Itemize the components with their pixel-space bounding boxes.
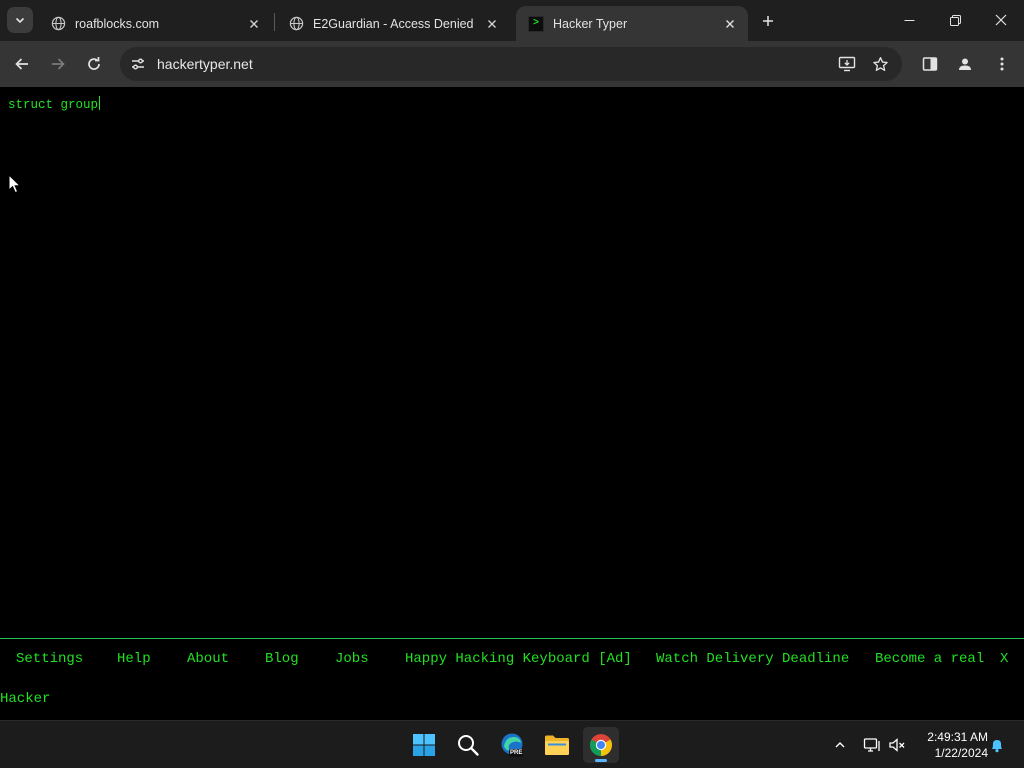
menu-button[interactable] bbox=[988, 50, 1016, 78]
new-tab-button[interactable] bbox=[756, 9, 780, 33]
forward-button[interactable] bbox=[44, 50, 72, 78]
edge-pre-badge: PRE bbox=[509, 749, 524, 757]
bookmark-star-icon[interactable] bbox=[868, 52, 892, 76]
tab-search-button[interactable] bbox=[7, 7, 33, 33]
windows-taskbar: PRE 2:49:31 AM 1/22/2024 bbox=[0, 720, 1024, 768]
menu-become-a-real-hacker[interactable]: Become a real bbox=[875, 651, 984, 667]
network-status[interactable] bbox=[860, 733, 884, 757]
show-hidden-icons-button[interactable] bbox=[828, 733, 852, 757]
page-content[interactable]: struct group Settings Help About Blog Jo… bbox=[0, 87, 1024, 720]
bottom-menu-bar: Settings Help About Blog Jobs Happy Hack… bbox=[0, 638, 1024, 720]
close-window-button[interactable] bbox=[978, 0, 1024, 40]
tab-e2guardian[interactable]: E2Guardian - Access Denied bbox=[276, 6, 510, 41]
close-icon[interactable] bbox=[482, 14, 502, 34]
arrow-left-icon bbox=[15, 58, 28, 70]
chevron-down-icon bbox=[15, 17, 25, 24]
reload-icon bbox=[88, 57, 100, 70]
console-text: struct group bbox=[8, 98, 99, 112]
tab-roafblocks[interactable]: roafblocks.com bbox=[38, 6, 272, 41]
back-button[interactable] bbox=[8, 50, 36, 78]
close-icon[interactable] bbox=[720, 14, 740, 34]
edge-beta-button[interactable]: PRE bbox=[495, 727, 531, 763]
menu-become-a-real-hacker-wrap[interactable]: Hacker bbox=[0, 691, 50, 707]
install-app-icon[interactable] bbox=[835, 52, 859, 76]
close-icon[interactable] bbox=[244, 14, 264, 34]
active-app-indicator bbox=[595, 759, 607, 762]
side-panel-icon bbox=[922, 57, 938, 71]
browser-toolbar: hackertyper.net bbox=[0, 41, 1024, 87]
folder-icon bbox=[545, 735, 569, 755]
file-explorer-button[interactable] bbox=[539, 727, 575, 763]
hacker-console[interactable]: struct group bbox=[8, 96, 101, 112]
terminal-favicon-icon: > bbox=[528, 15, 544, 32]
chevron-up-icon bbox=[835, 742, 845, 748]
tab-title: roafblocks.com bbox=[75, 16, 160, 31]
chrome-taskbar-button[interactable] bbox=[583, 727, 619, 763]
tab-title: E2Guardian - Access Denied bbox=[313, 16, 474, 31]
url-text: hackertyper.net bbox=[157, 56, 253, 72]
restore-button[interactable] bbox=[932, 0, 978, 40]
tab-hacker-typer[interactable]: > Hacker Typer bbox=[516, 6, 748, 41]
start-button[interactable] bbox=[406, 727, 442, 763]
menu-close-x[interactable]: X bbox=[1000, 651, 1008, 667]
windows-logo-icon bbox=[413, 734, 435, 756]
menu-blog[interactable]: Blog bbox=[265, 651, 299, 667]
text-caret bbox=[99, 96, 101, 110]
kebab-menu-icon bbox=[1000, 57, 1004, 71]
network-icon bbox=[863, 738, 880, 752]
globe-icon bbox=[50, 16, 66, 32]
menu-help[interactable]: Help bbox=[117, 651, 151, 667]
volume-status[interactable] bbox=[885, 733, 909, 757]
menu-settings[interactable]: Settings bbox=[16, 651, 83, 667]
globe-icon bbox=[288, 16, 304, 32]
menu-happy-hacking-keyboard[interactable]: Happy Hacking Keyboard [Ad] bbox=[405, 651, 632, 667]
plus-icon bbox=[763, 16, 773, 26]
search-icon bbox=[458, 735, 479, 756]
mouse-cursor-icon bbox=[8, 174, 21, 194]
minimize-icon bbox=[904, 19, 914, 21]
menu-watch-delivery-deadline[interactable]: Watch Delivery Deadline bbox=[656, 651, 849, 667]
menu-jobs[interactable]: Jobs bbox=[335, 651, 369, 667]
profile-button[interactable] bbox=[951, 50, 979, 78]
tab-title: Hacker Typer bbox=[553, 16, 628, 31]
site-info-icon[interactable] bbox=[126, 52, 150, 76]
close-icon bbox=[995, 14, 1007, 26]
bell-icon bbox=[992, 740, 1002, 753]
arrow-right-icon bbox=[52, 58, 65, 70]
menu-about[interactable]: About bbox=[187, 651, 229, 667]
tab-separator bbox=[274, 13, 275, 31]
reload-button[interactable] bbox=[80, 50, 108, 78]
profile-icon bbox=[959, 58, 971, 70]
favicon-prompt: > bbox=[532, 17, 539, 29]
side-panel-button[interactable] bbox=[916, 50, 944, 78]
tab-strip: roafblocks.com E2Guardian - Access Denie… bbox=[0, 0, 1024, 41]
system-clock[interactable]: 2:49:31 AM 1/22/2024 bbox=[912, 729, 988, 761]
notifications-button[interactable] bbox=[985, 733, 1009, 757]
chrome-icon bbox=[590, 734, 612, 756]
clock-date: 1/22/2024 bbox=[934, 746, 988, 760]
search-button[interactable] bbox=[450, 727, 486, 763]
address-bar[interactable]: hackertyper.net bbox=[120, 47, 902, 81]
clock-time: 2:49:31 AM bbox=[927, 730, 988, 744]
minimize-button[interactable] bbox=[886, 0, 932, 40]
volume-muted-icon bbox=[889, 738, 905, 752]
restore-icon bbox=[949, 14, 961, 26]
